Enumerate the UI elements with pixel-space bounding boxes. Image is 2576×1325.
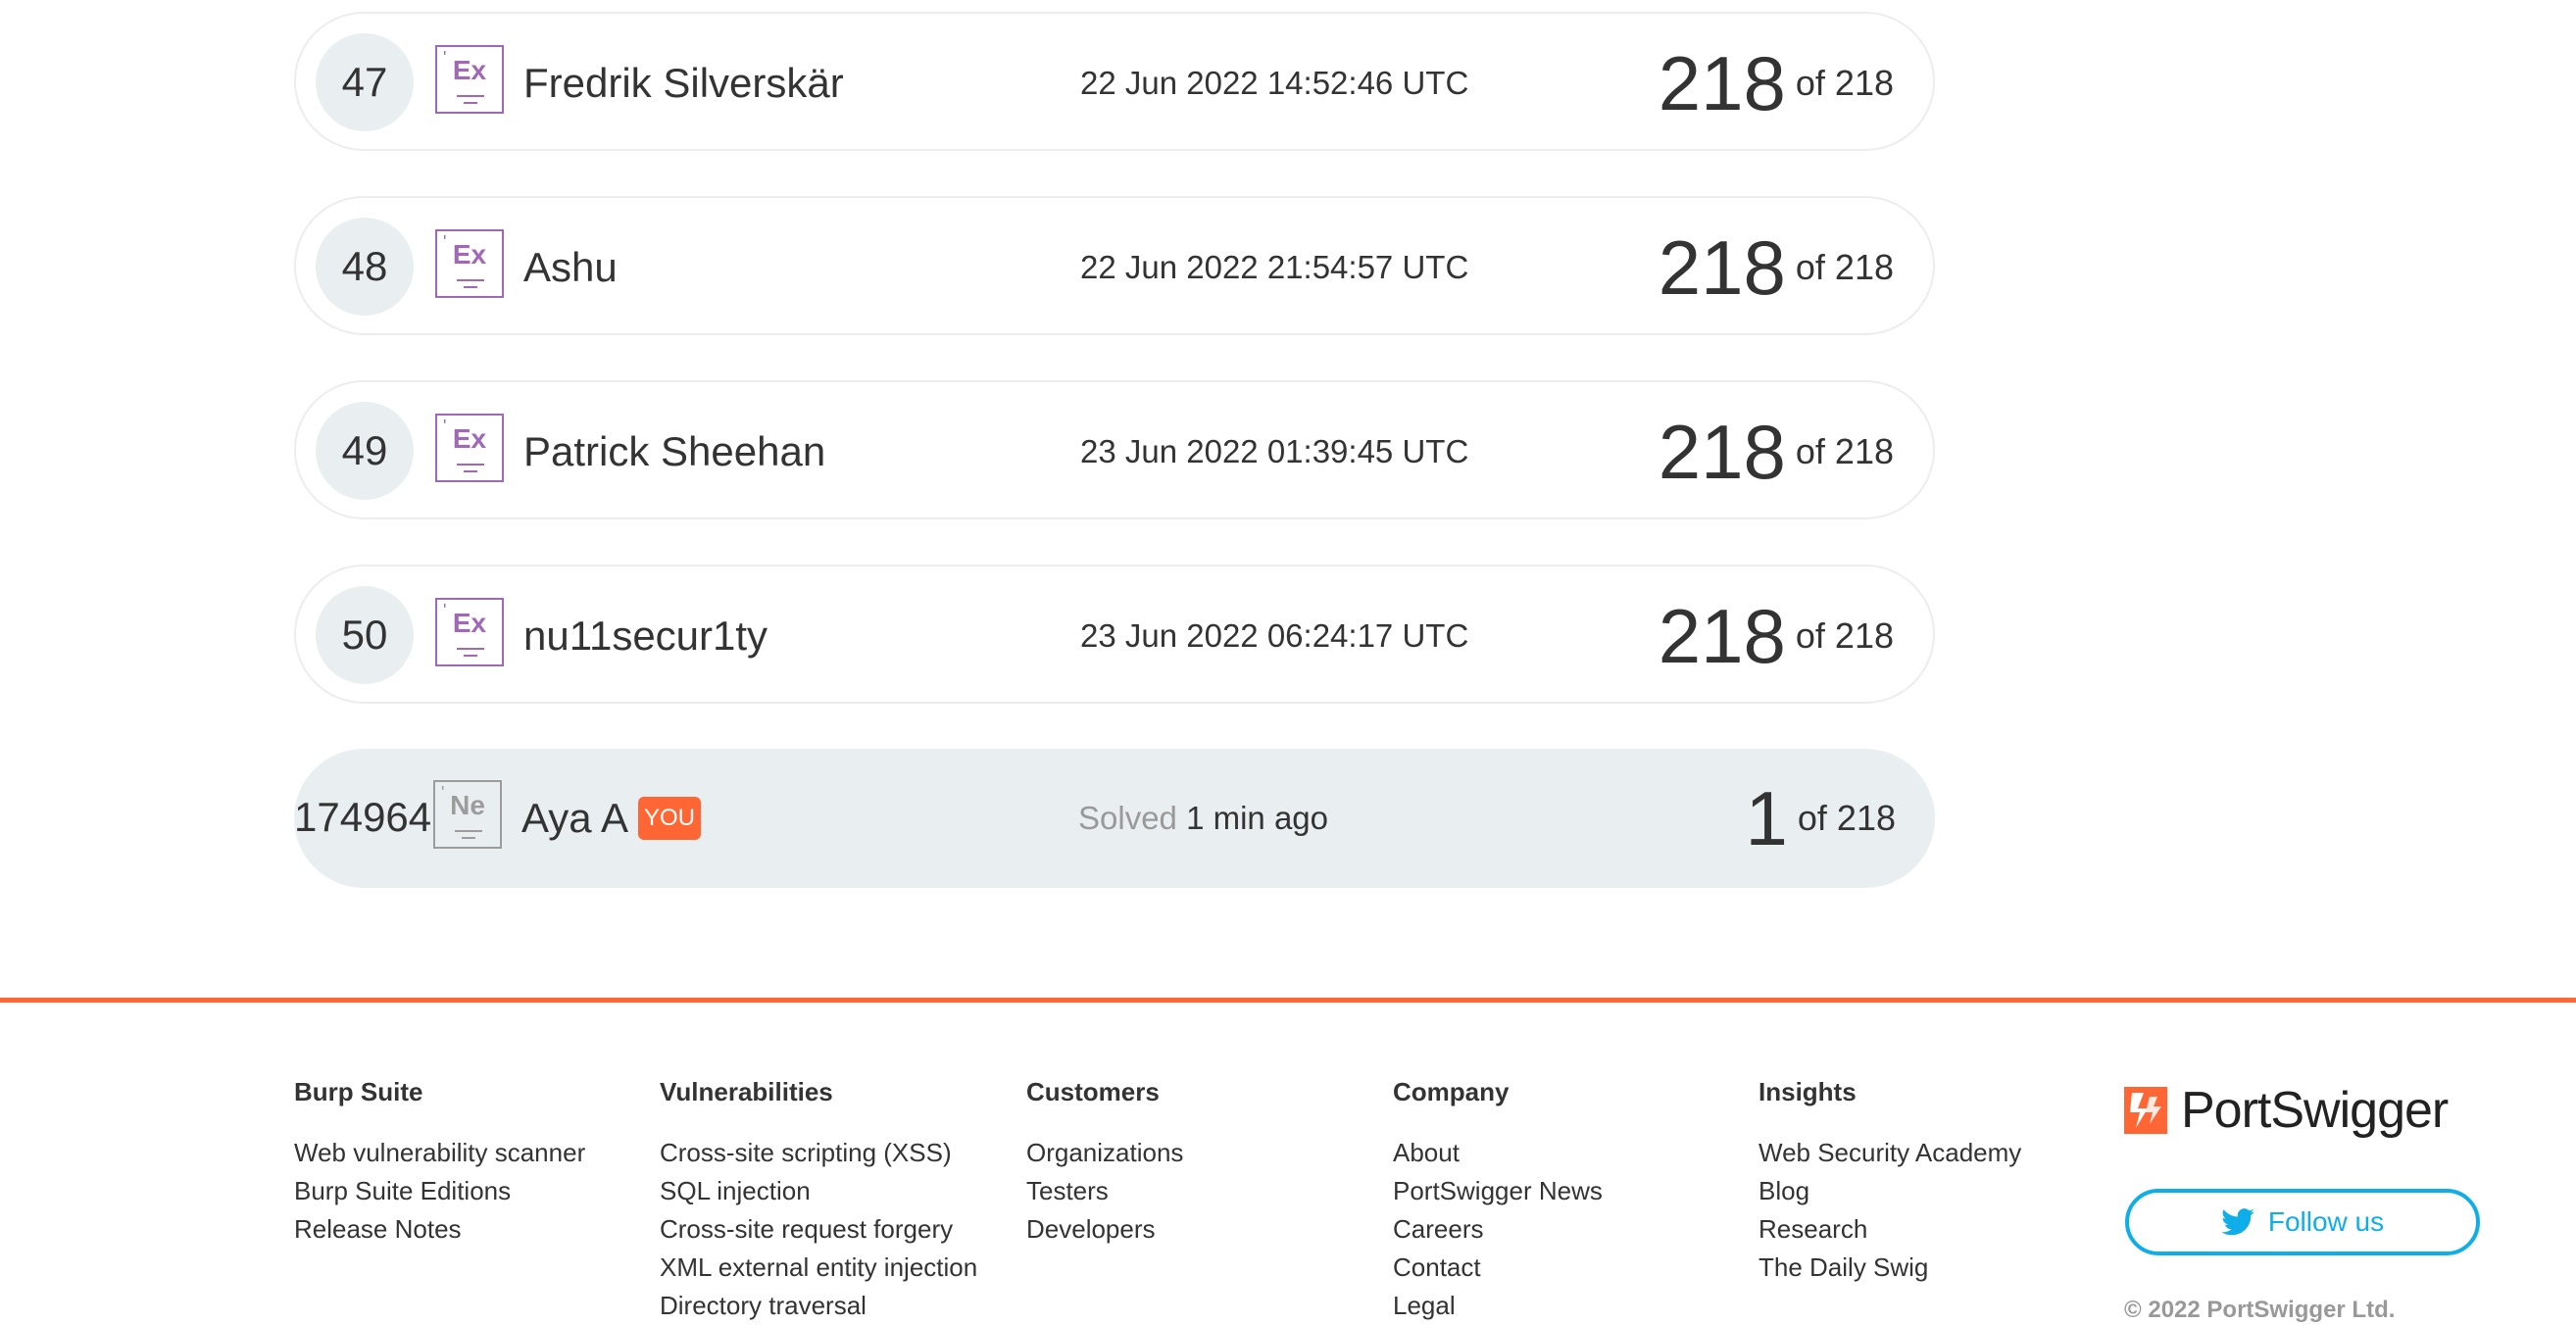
score: 1 of 218 xyxy=(1746,749,1896,888)
footer-link[interactable]: Developers xyxy=(1026,1210,1183,1249)
footer-link[interactable]: Legal xyxy=(1393,1287,1603,1325)
solved-timestamp: 22 Jun 2022 14:52:46 UTC xyxy=(1080,65,1469,101)
footer-column-title: Customers xyxy=(1026,1077,1160,1106)
rank: 48 xyxy=(316,218,414,316)
footer-link[interactable]: Research xyxy=(1759,1210,2021,1249)
footer-link[interactable]: Web Security Academy xyxy=(1759,1134,2021,1172)
level-badge-icon: ' Ex xyxy=(435,45,504,114)
you-badge: YOU xyxy=(637,796,701,840)
rank: 174964 xyxy=(294,794,432,840)
rank: 50 xyxy=(316,586,414,684)
footer-link[interactable]: PortSwigger News xyxy=(1393,1172,1603,1210)
score-total: of 218 xyxy=(1795,431,1894,471)
level-badge-icon: ' Ex xyxy=(435,229,504,298)
level-abbr: Ne xyxy=(450,790,485,820)
copyright: © 2022 PortSwigger Ltd. xyxy=(2124,1297,2396,1323)
score: 218 of 218 xyxy=(1659,14,1894,153)
level-abbr: Ex xyxy=(452,423,487,454)
footer-link[interactable]: Burp Suite Editions xyxy=(294,1172,585,1210)
footer-link[interactable]: Careers xyxy=(1393,1210,1603,1249)
user-name[interactable]: Ashu xyxy=(523,198,618,337)
user-name[interactable]: nu11secur1ty xyxy=(523,566,768,706)
footer-link[interactable]: XML external entity injection xyxy=(660,1249,977,1287)
solved-status: Solved 1 min ago xyxy=(1078,749,1328,888)
footer-link[interactable]: Organizations xyxy=(1026,1134,1183,1172)
score-value: 1 xyxy=(1745,775,1788,861)
level-abbr: Ex xyxy=(452,608,487,638)
brand-name: PortSwigger xyxy=(2181,1082,2449,1139)
user-name[interactable]: Fredrik Silverskär xyxy=(523,14,844,153)
twitter-follow-button[interactable]: Follow us xyxy=(2125,1189,2480,1255)
score: 218 of 218 xyxy=(1659,198,1894,337)
score-total: of 218 xyxy=(1795,63,1894,103)
score-total: of 218 xyxy=(1795,615,1894,656)
footer-column: Vulnerabilities Cross-site scripting (XSS… xyxy=(660,1077,977,1325)
footer-link[interactable]: The Daily Swig xyxy=(1759,1249,2021,1287)
twitter-bird-icon xyxy=(2221,1208,2254,1236)
footer-column: Burp Suite Web vulnerability scanner Burp … xyxy=(294,1077,585,1249)
level-badge-icon: ' Ne xyxy=(433,780,502,849)
solved-label: Solved xyxy=(1078,800,1177,836)
rank: 47 xyxy=(316,33,414,131)
level-abbr: Ex xyxy=(452,55,487,85)
portswigger-logo-icon xyxy=(2124,1087,2167,1134)
footer-link[interactable]: Cross-site request forgery xyxy=(660,1210,977,1249)
footer-column-title: Company xyxy=(1393,1077,1510,1106)
leaderboard-row: 47 ' Ex Fredrik Silverskär 22 Jun 2022 14:52… xyxy=(294,12,1935,151)
footer-column-title: Insights xyxy=(1759,1077,1857,1106)
score-total: of 218 xyxy=(1797,798,1896,838)
leaderboard-row: 50 ' Ex nu11secur1ty 23 Jun 2022 06:24:17 UT… xyxy=(294,564,1935,704)
leaderboard-row-you: 174964 ' Ne Aya A YOU Solved 1 min ago 1 of 218 xyxy=(294,749,1935,888)
score-value: 218 xyxy=(1658,224,1786,311)
footer-column: Insights Web Security Academy Blog Research… xyxy=(1759,1077,2021,1287)
footer-link[interactable]: SQL injection xyxy=(660,1172,977,1210)
solved-timestamp: 22 Jun 2022 21:54:57 UTC xyxy=(1080,249,1469,285)
footer-column-title: Vulnerabilities xyxy=(660,1077,833,1106)
footer-column-title: Burp Suite xyxy=(294,1077,423,1106)
footer-link[interactable]: Contact xyxy=(1393,1249,1603,1287)
leaderboard-row: 48 ' Ex Ashu 22 Jun 2022 21:54:57 UTC 218 of 2… xyxy=(294,196,1935,335)
footer-column: Customers Organizations Testers Developers xyxy=(1026,1077,1183,1249)
level-badge-icon: ' Ex xyxy=(435,414,504,482)
score-value: 218 xyxy=(1658,409,1786,495)
follow-label: Follow us xyxy=(2267,1206,2385,1237)
user-name[interactable]: Aya A YOU xyxy=(521,749,701,888)
user-name-text: Aya A xyxy=(521,795,628,841)
footer-link[interactable]: Blog xyxy=(1759,1172,2021,1210)
solved-time: 1 min ago xyxy=(1186,800,1329,836)
score-value: 218 xyxy=(1658,593,1786,679)
score-total: of 218 xyxy=(1795,247,1894,287)
solved-timestamp: 23 Jun 2022 06:24:17 UTC xyxy=(1080,617,1469,654)
footer-link[interactable]: Release Notes xyxy=(294,1210,585,1249)
score: 218 of 218 xyxy=(1659,382,1894,521)
footer-link[interactable]: About xyxy=(1393,1134,1603,1172)
footer-link[interactable]: Testers xyxy=(1026,1172,1183,1210)
leaderboard-row: 49 ' Ex Patrick Sheehan 23 Jun 2022 01:39:45… xyxy=(294,380,1935,519)
footer-link[interactable]: Web vulnerability scanner xyxy=(294,1134,585,1172)
site-footer: Burp Suite Web vulnerability scanner Burp … xyxy=(0,998,2576,1323)
footer-link[interactable]: Cross-site scripting (XSS) xyxy=(660,1134,977,1172)
score-value: 218 xyxy=(1658,40,1786,126)
portswigger-logo[interactable]: PortSwigger xyxy=(2124,1081,2477,1140)
solved-timestamp: 23 Jun 2022 01:39:45 UTC xyxy=(1080,433,1469,469)
level-badge-icon: ' Ex xyxy=(435,598,504,666)
user-name[interactable]: Patrick Sheehan xyxy=(523,382,825,521)
level-abbr: Ex xyxy=(452,239,487,270)
rank: 49 xyxy=(316,402,414,500)
score: 218 of 218 xyxy=(1659,566,1894,706)
footer-link[interactable]: Directory traversal xyxy=(660,1287,977,1325)
footer-column: Company About PortSwigger News Careers Conta… xyxy=(1393,1077,1603,1325)
